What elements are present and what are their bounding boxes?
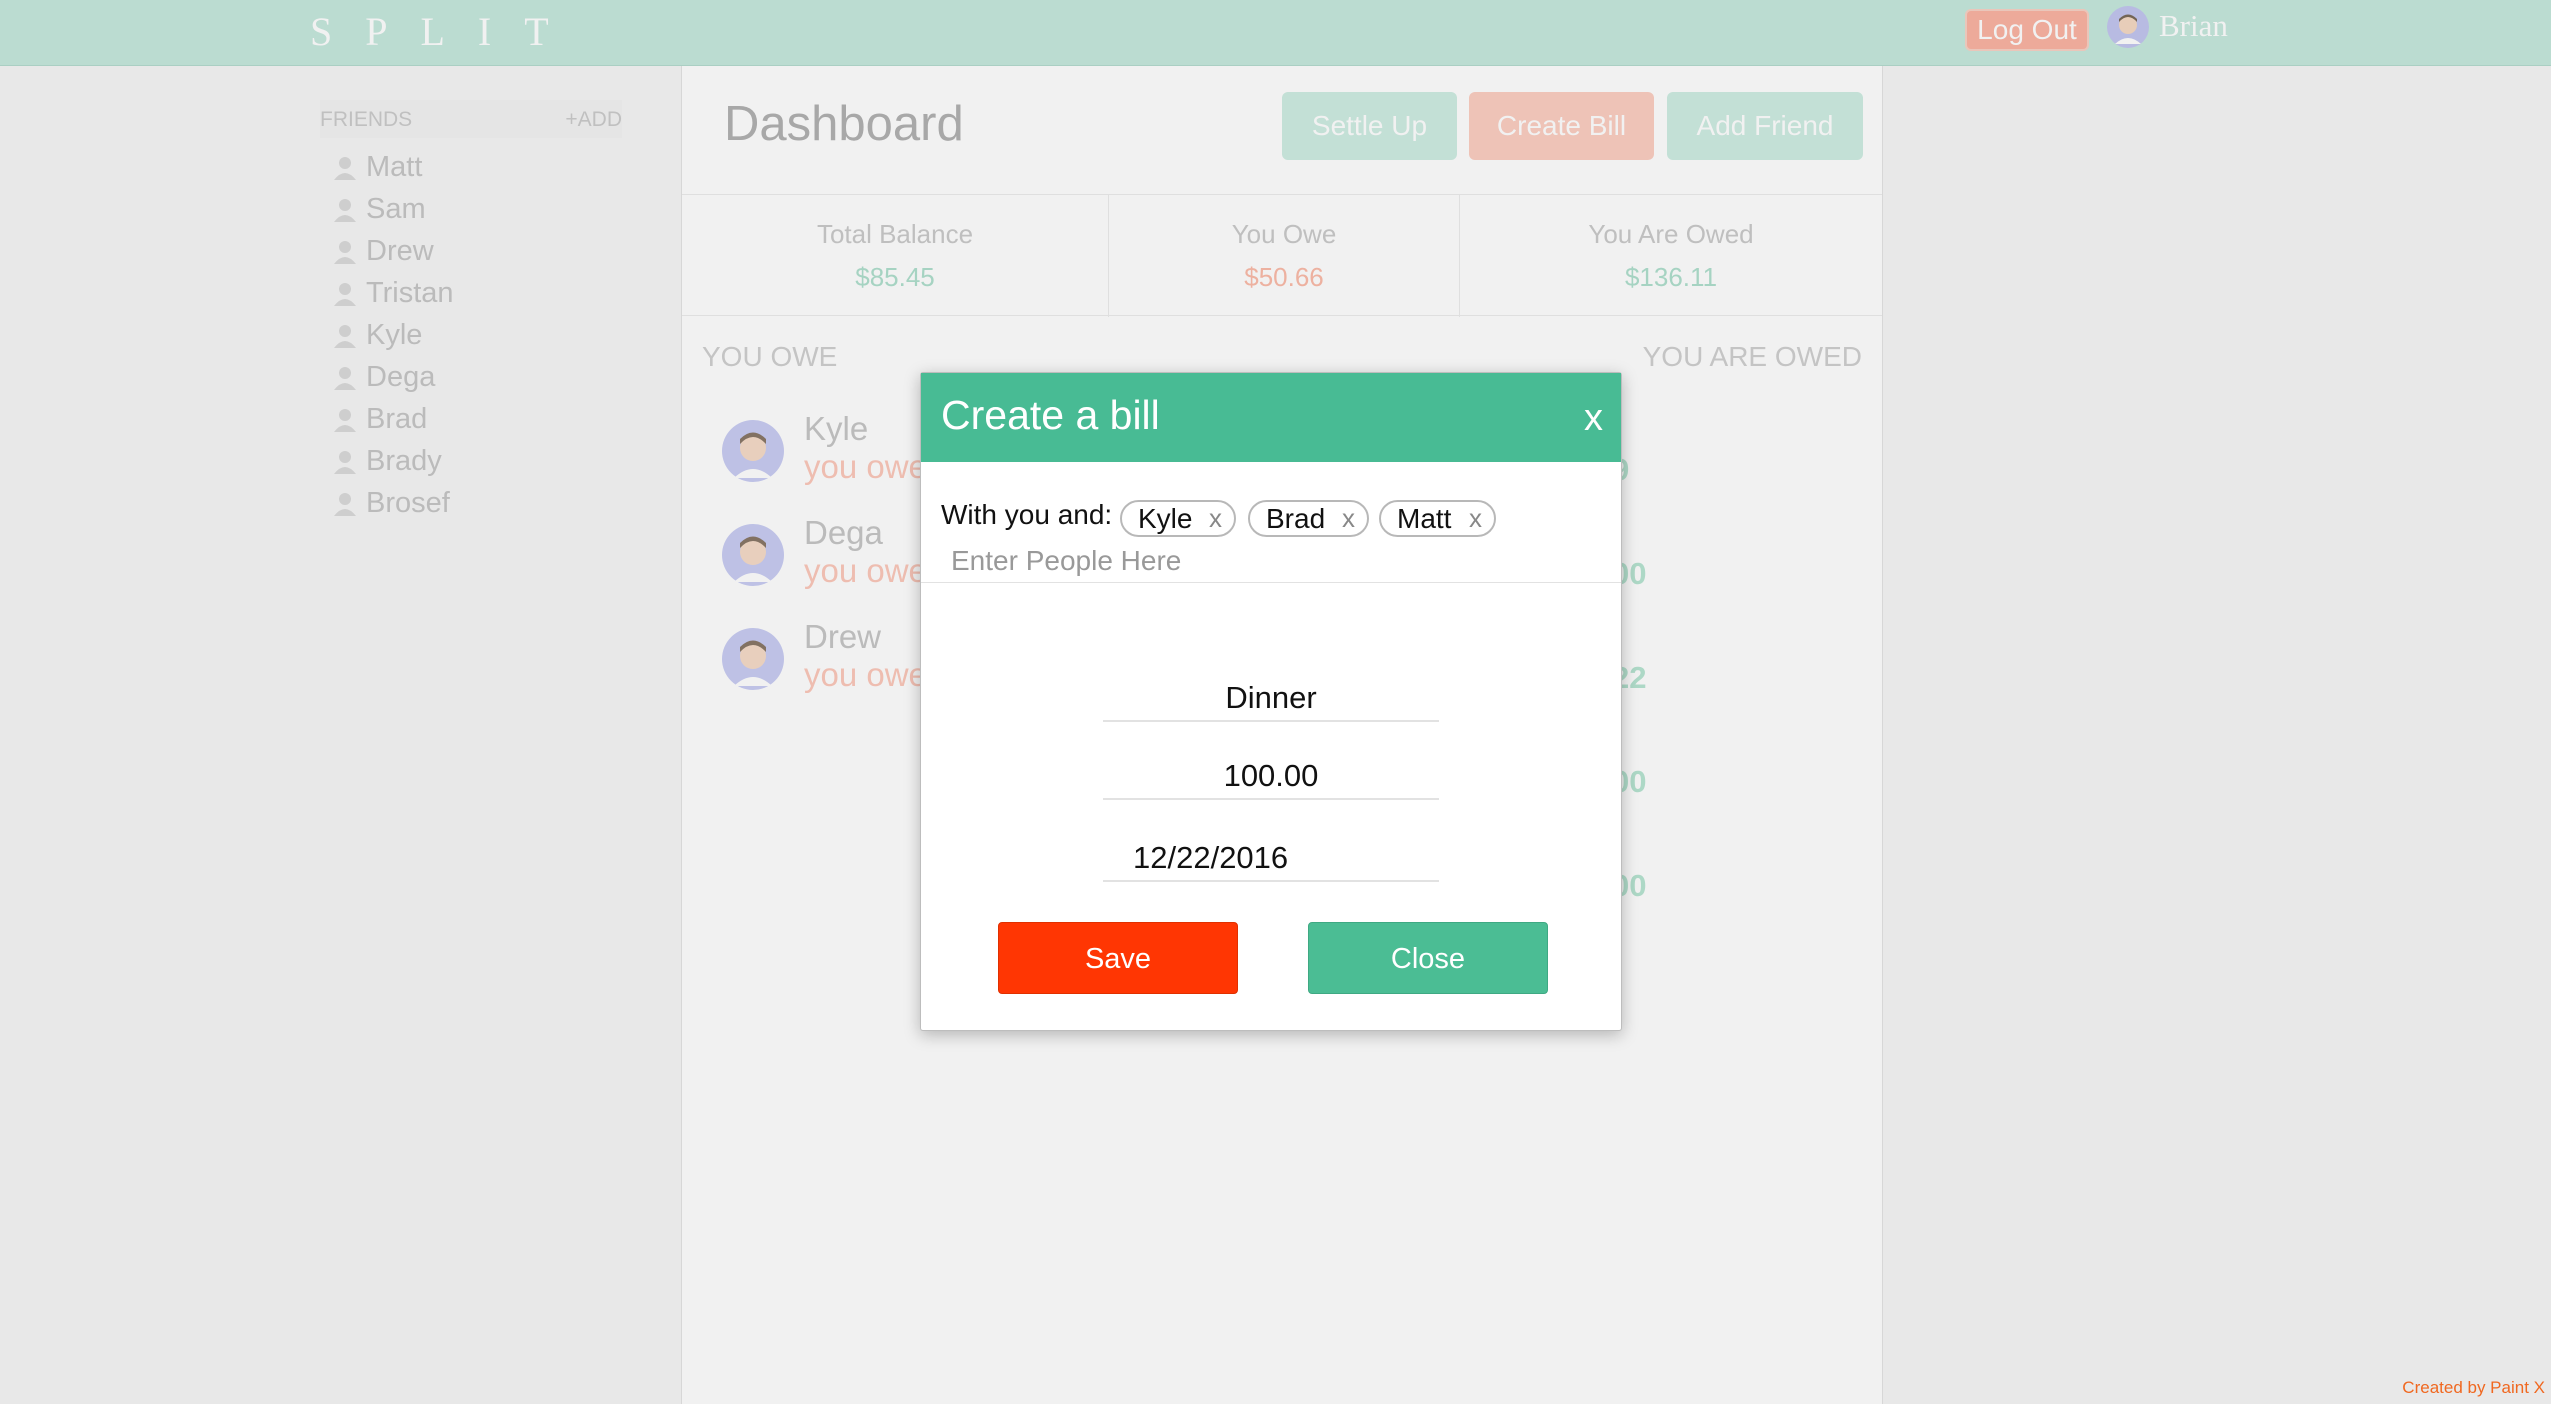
chip-remove-icon[interactable]: x: [1469, 502, 1482, 535]
people-input[interactable]: [951, 544, 1351, 578]
person-chip: Kyle x: [1120, 500, 1236, 537]
chip-label: Kyle: [1138, 503, 1193, 534]
modal-header: Create a bill x: [921, 373, 1621, 462]
description-field[interactable]: [1103, 676, 1439, 722]
save-button[interactable]: Save: [998, 922, 1238, 994]
person-chip: Matt x: [1379, 500, 1496, 537]
footer-credit: Created by Paint X: [2402, 1378, 2545, 1397]
chip-remove-icon[interactable]: x: [1342, 502, 1355, 535]
create-bill-modal: Create a bill x With you and: Kyle x Bra…: [920, 372, 1622, 1031]
modal-close-icon[interactable]: x: [1584, 397, 1603, 440]
chip-label: Brad: [1266, 503, 1326, 534]
close-button[interactable]: Close: [1308, 922, 1548, 994]
chip-remove-icon[interactable]: x: [1209, 502, 1222, 535]
amount-field[interactable]: [1103, 754, 1439, 800]
people-selector: With you and: Kyle x Brad x Matt x: [921, 462, 1621, 583]
modal-title: Create a bill: [941, 392, 1160, 438]
person-chip: Brad x: [1248, 500, 1369, 537]
chip-label: Matt: [1397, 503, 1452, 534]
with-label: With you and:: [941, 499, 1113, 530]
date-field[interactable]: [1103, 836, 1439, 882]
